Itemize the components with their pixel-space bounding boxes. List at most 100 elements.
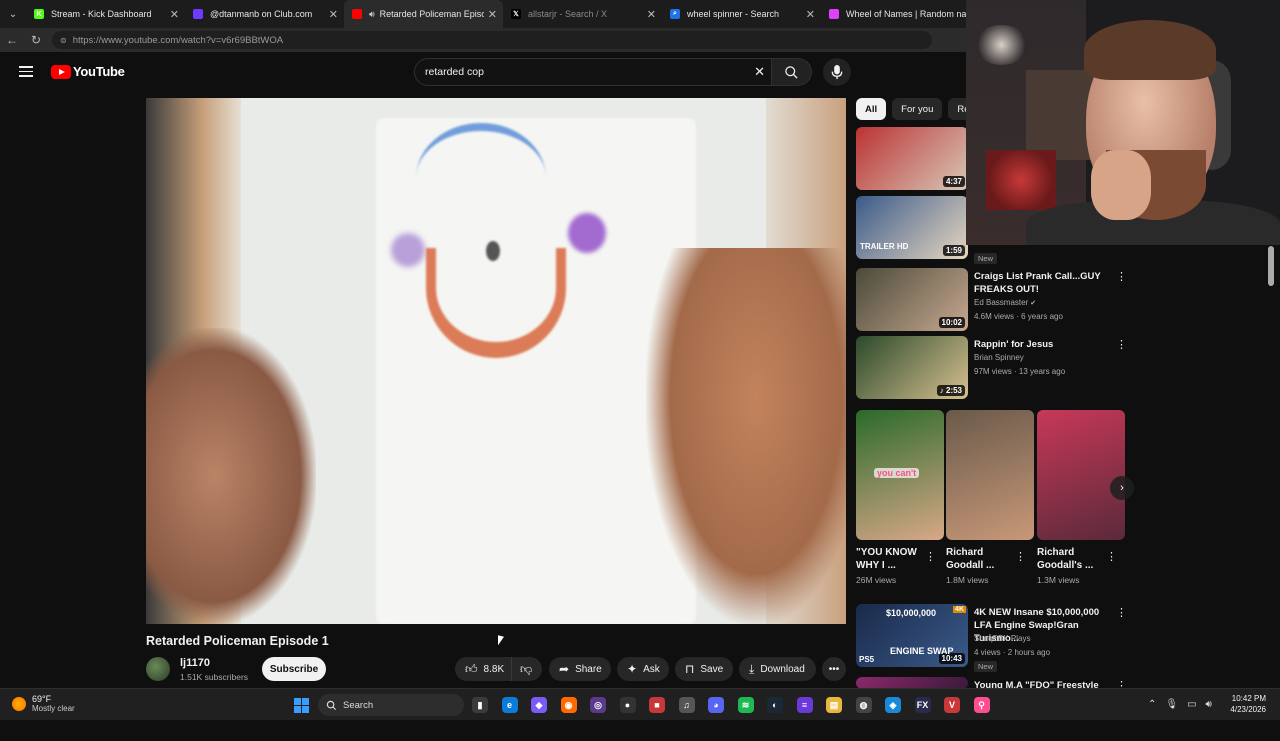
network-icon[interactable]: ▭	[1187, 699, 1196, 710]
mouse-cursor	[498, 635, 504, 647]
chevron-right-icon: ›	[1120, 482, 1124, 494]
filter-chip[interactable]: All	[856, 98, 887, 120]
clear-search-icon[interactable]: ✕	[754, 64, 765, 80]
copilot-icon[interactable]: ◆	[531, 697, 547, 713]
recommended-video[interactable]: 10:02 New Craigs List Prank Call...GUY FRE…	[856, 253, 1127, 332]
tab-close-icon[interactable]: ✕	[170, 8, 179, 21]
discord-icon[interactable]: ◕	[708, 697, 724, 713]
more-actions-button[interactable]: •••	[822, 657, 846, 681]
tab-title: allstarjr - Search / X	[528, 9, 608, 19]
site-info-icon[interactable]: ⊜	[60, 36, 67, 45]
system-clock[interactable]: 10:42 PM 4/23/2026	[1224, 693, 1266, 715]
channel-avatar[interactable]	[146, 657, 170, 681]
recommended-channel[interactable]: Ed Bassmaster ✔	[974, 298, 1036, 307]
short-thumbnail[interactable]	[1037, 410, 1125, 540]
page-scrollbar[interactable]	[1268, 246, 1274, 286]
download-button[interactable]: ⤓ Download	[739, 657, 816, 681]
menu-icon[interactable]	[19, 66, 33, 77]
volume-icon[interactable]: 🔊︎	[1206, 699, 1212, 710]
address-bar[interactable]: ⊜ https://www.youtube.com/watch?v=v6r69B…	[52, 31, 932, 49]
spotify-icon[interactable]: ≋	[737, 697, 754, 713]
subscriber-count: 1.51K subscribers	[180, 672, 249, 682]
browser-tab[interactable]: @dtanmanb on Club.com ✕	[185, 0, 344, 28]
steam-icon[interactable]: ◐	[767, 697, 783, 713]
taskbar-search[interactable]: Search	[318, 694, 464, 716]
recommended-video[interactable]: 10:43 $10,000,000 ENGINE SWAP 4K PS5 4K NEW I…	[856, 604, 1127, 672]
short-video[interactable]: Richard Goodall's ... 1.3M views ⋮	[1037, 410, 1125, 585]
tab-close-icon[interactable]: ✕	[329, 8, 338, 21]
browser-tab[interactable]: 🔊︎ Retarded Policeman Episode 1 ✕	[344, 0, 503, 28]
duration-badge: ♪ 2:53	[936, 385, 965, 396]
app-icon[interactable]: ◈	[885, 697, 901, 713]
short-video[interactable]: you can't "YOU KNOW WHY I ... 26M views ⋮	[856, 410, 944, 585]
video-thumbnail[interactable]: 10:43 $10,000,000 ENGINE SWAP 4K PS5	[856, 604, 968, 667]
file-explorer-icon[interactable]: ▤	[826, 697, 842, 713]
app-icon[interactable]: ■	[649, 697, 665, 713]
search-icon	[326, 700, 337, 710]
recommended-channel[interactable]: ShaqEBK Plays	[974, 634, 1030, 643]
obs-icon[interactable]: ●	[619, 697, 636, 713]
microphone-icon[interactable]: 🎙︎	[1165, 699, 1178, 710]
drawn-cheek-right	[568, 213, 606, 253]
back-icon[interactable]: ←	[0, 33, 24, 47]
channel-name: Brian Spinney	[974, 353, 1024, 362]
more-vertical-icon[interactable]: ⋮	[1116, 338, 1127, 351]
video-thumbnail[interactable]: 1:59 TRAILER HD	[856, 196, 968, 259]
reload-icon[interactable]: ↻	[24, 33, 48, 47]
more-vertical-icon[interactable]: ⋮	[925, 550, 936, 563]
more-vertical-icon[interactable]: ⋮	[1116, 270, 1127, 283]
shorts-next-button[interactable]: ›	[1110, 476, 1134, 500]
save-button[interactable]: ⊓ Save	[675, 657, 733, 681]
task-view-icon[interactable]: ▮	[472, 697, 488, 713]
browser-tab[interactable]: Wheel of Names | Random name	[821, 0, 980, 28]
tray-overflow-icon[interactable]: ⌃	[1148, 699, 1156, 710]
firefox-icon[interactable]: ◉	[560, 697, 577, 713]
verified-icon: ✔	[1028, 300, 1037, 307]
tab-audio-icon[interactable]: 🔊︎	[369, 9, 375, 20]
app-icon[interactable]: V	[944, 697, 960, 713]
app-icon[interactable]: ◎	[590, 697, 606, 713]
edge-icon[interactable]: e	[501, 697, 518, 713]
short-video[interactable]: Richard Goodall ... 1.8M views ⋮	[946, 410, 1034, 585]
app-icon[interactable]: ◍	[855, 697, 872, 713]
ask-button[interactable]: ✦ Ask	[617, 657, 669, 681]
thumbnail-overlay-text: $10,000,000	[886, 608, 937, 618]
tab-close-icon[interactable]: ✕	[647, 8, 656, 21]
video-thumbnail[interactable]: ♪ 2:53	[856, 336, 968, 399]
video-thumbnail[interactable]: 4:37	[856, 127, 968, 190]
tab-close-icon[interactable]: ✕	[488, 8, 497, 21]
like-button[interactable]: 👍︎ 8.8K	[455, 657, 512, 681]
browser-tab[interactable]: ⌕ wheel spinner - Search ✕	[662, 0, 821, 28]
search-button[interactable]	[772, 58, 812, 86]
browser-tab[interactable]: 𝕏allstarjr - Search / X ✕	[503, 0, 662, 28]
short-thumbnail[interactable]	[946, 410, 1034, 540]
short-thumbnail[interactable]: you can't	[856, 410, 944, 540]
voice-search-button[interactable]	[823, 58, 851, 86]
app-icon[interactable]: ≡	[796, 697, 813, 713]
fx-icon[interactable]: FX	[914, 697, 931, 713]
recommended-video[interactable]: ♪ 2:53 Rappin' for Jesus ⋮ Brian Spinney 97M…	[856, 336, 1127, 400]
video-thumbnail[interactable]: 10:02	[856, 268, 968, 331]
share-button[interactable]: ➦ Share	[549, 657, 611, 681]
subscribe-button[interactable]: Subscribe	[262, 657, 326, 681]
filter-chip[interactable]: For you	[892, 98, 943, 120]
tab-search-menu-button[interactable]: ⌄	[0, 0, 26, 28]
taskbar-search-label: Search	[343, 699, 374, 711]
weather-widget[interactable]: 69°F Mostly clear	[12, 694, 75, 713]
tab-close-icon[interactable]: ✕	[806, 8, 815, 21]
more-vertical-icon[interactable]: ⋮	[1015, 550, 1026, 563]
dislike-button[interactable]: 👎︎	[512, 657, 542, 681]
recommended-channel[interactable]: Brian Spinney	[974, 353, 1024, 362]
search-input[interactable]: retarded cop ✕	[414, 58, 772, 86]
app-icon[interactable]: ⚲	[973, 697, 990, 713]
start-button[interactable]	[294, 698, 309, 713]
video-player[interactable]	[146, 98, 846, 624]
more-vertical-icon[interactable]: ⋮	[1116, 606, 1127, 619]
share-label: Share	[575, 663, 602, 675]
more-vertical-icon[interactable]: ⋮	[1106, 550, 1117, 563]
youtube-logo[interactable]: YouTube	[51, 64, 125, 79]
channel-name[interactable]: lj1170	[180, 657, 210, 669]
ask-label: Ask	[643, 663, 660, 675]
itunes-icon[interactable]: ♫	[678, 697, 695, 713]
browser-tab[interactable]: K Stream - Kick Dashboard ✕	[26, 0, 185, 28]
